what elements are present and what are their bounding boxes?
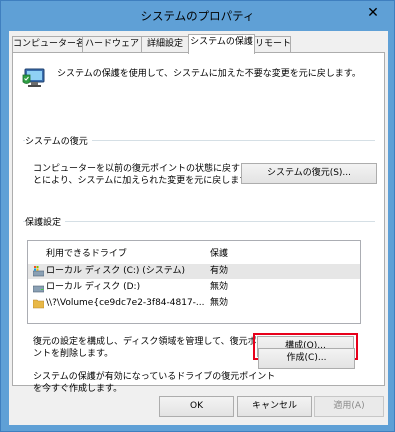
system-protection-panel: システムの保護を使用して、システムに加えた不要な変更を元に戻します。 システムの… xyxy=(12,52,385,394)
drive-name: ローカル ディスク (C:) (システム) xyxy=(46,266,186,276)
tab-hardware[interactable]: ハードウェア xyxy=(82,36,142,53)
system-restore-button[interactable]: システムの復元(S)... xyxy=(241,163,377,184)
drive-protection-status: 無効 xyxy=(210,298,229,308)
drive-row[interactable]: ローカル ディスク (C:) (システム) 有効 xyxy=(28,264,360,279)
tab-computer-name[interactable]: コンピューター名 xyxy=(12,36,85,53)
drive-name: ローカル ディスク (D:) xyxy=(46,282,141,292)
drive-row[interactable]: \\?\Volume{ce9dc7e2-3f84-4817-... 無効 xyxy=(28,296,360,311)
cancel-button[interactable]: キャンセル xyxy=(237,396,312,417)
tab-remote[interactable]: リモート xyxy=(254,36,291,53)
column-header-drive[interactable]: 利用できるドライブ xyxy=(46,246,127,259)
configure-description-line2: ントを削除します。 xyxy=(33,349,114,359)
drive-list[interactable]: 利用できるドライブ 保護 ローカル ディスク (C:) (システム) 有効 ロー… xyxy=(27,240,361,324)
drive-protection-status: 無効 xyxy=(210,282,229,292)
system-drive-icon xyxy=(33,266,44,277)
drive-name: \\?\Volume{ce9dc7e2-3f84-4817-... xyxy=(46,298,205,308)
system-properties-window: システムのプロパティ ✕ コンピューター名 ハードウェア 詳細設定 システムの保… xyxy=(0,0,395,432)
system-protection-icon xyxy=(22,68,45,87)
create-description-line2: を今すぐ作成します。 xyxy=(33,384,123,394)
restore-group-label: システムの復元 xyxy=(25,134,92,147)
restore-description-line2: とにより、システムに加えられた変更を元に戻します。 xyxy=(33,176,257,186)
protection-group-label: 保護設定 xyxy=(25,215,66,228)
window-title: システムのプロパティ xyxy=(140,9,255,23)
create-description-line1: システムの保護が有効になっているドライブの復元ポイント xyxy=(33,372,276,382)
ok-button[interactable]: OK xyxy=(159,396,234,417)
column-header-protection[interactable]: 保護 xyxy=(210,246,228,259)
apply-button[interactable]: 適用(A) xyxy=(314,396,384,417)
folder-icon xyxy=(33,299,44,309)
close-icon: ✕ xyxy=(367,5,379,21)
create-button[interactable]: 作成(C)... xyxy=(258,348,355,369)
tab-advanced[interactable]: 詳細設定 xyxy=(141,36,189,53)
close-button[interactable]: ✕ xyxy=(360,2,386,24)
drive-row[interactable]: ローカル ディスク (D:) 無効 xyxy=(28,280,360,295)
drive-protection-status: 有効 xyxy=(210,266,229,276)
intro-text: システムの保護を使用して、システムに加えた不要な変更を元に戻します。 xyxy=(57,69,361,79)
dialog-client-area: コンピューター名 ハードウェア 詳細設定 システムの保護 リモート システムの保… xyxy=(9,31,388,425)
tab-system-protection[interactable]: システムの保護 xyxy=(188,34,255,54)
restore-description-line1: コンピューターを以前の復元ポイントの状態に戻すこ xyxy=(33,164,250,174)
protection-group-divider xyxy=(23,221,375,222)
configure-description-line1: 復元の設定を構成し、ディスク領域を管理して、復元ポイ xyxy=(33,337,266,347)
title-bar[interactable]: システムのプロパティ ✕ xyxy=(1,1,394,31)
drive-icon xyxy=(33,285,44,293)
